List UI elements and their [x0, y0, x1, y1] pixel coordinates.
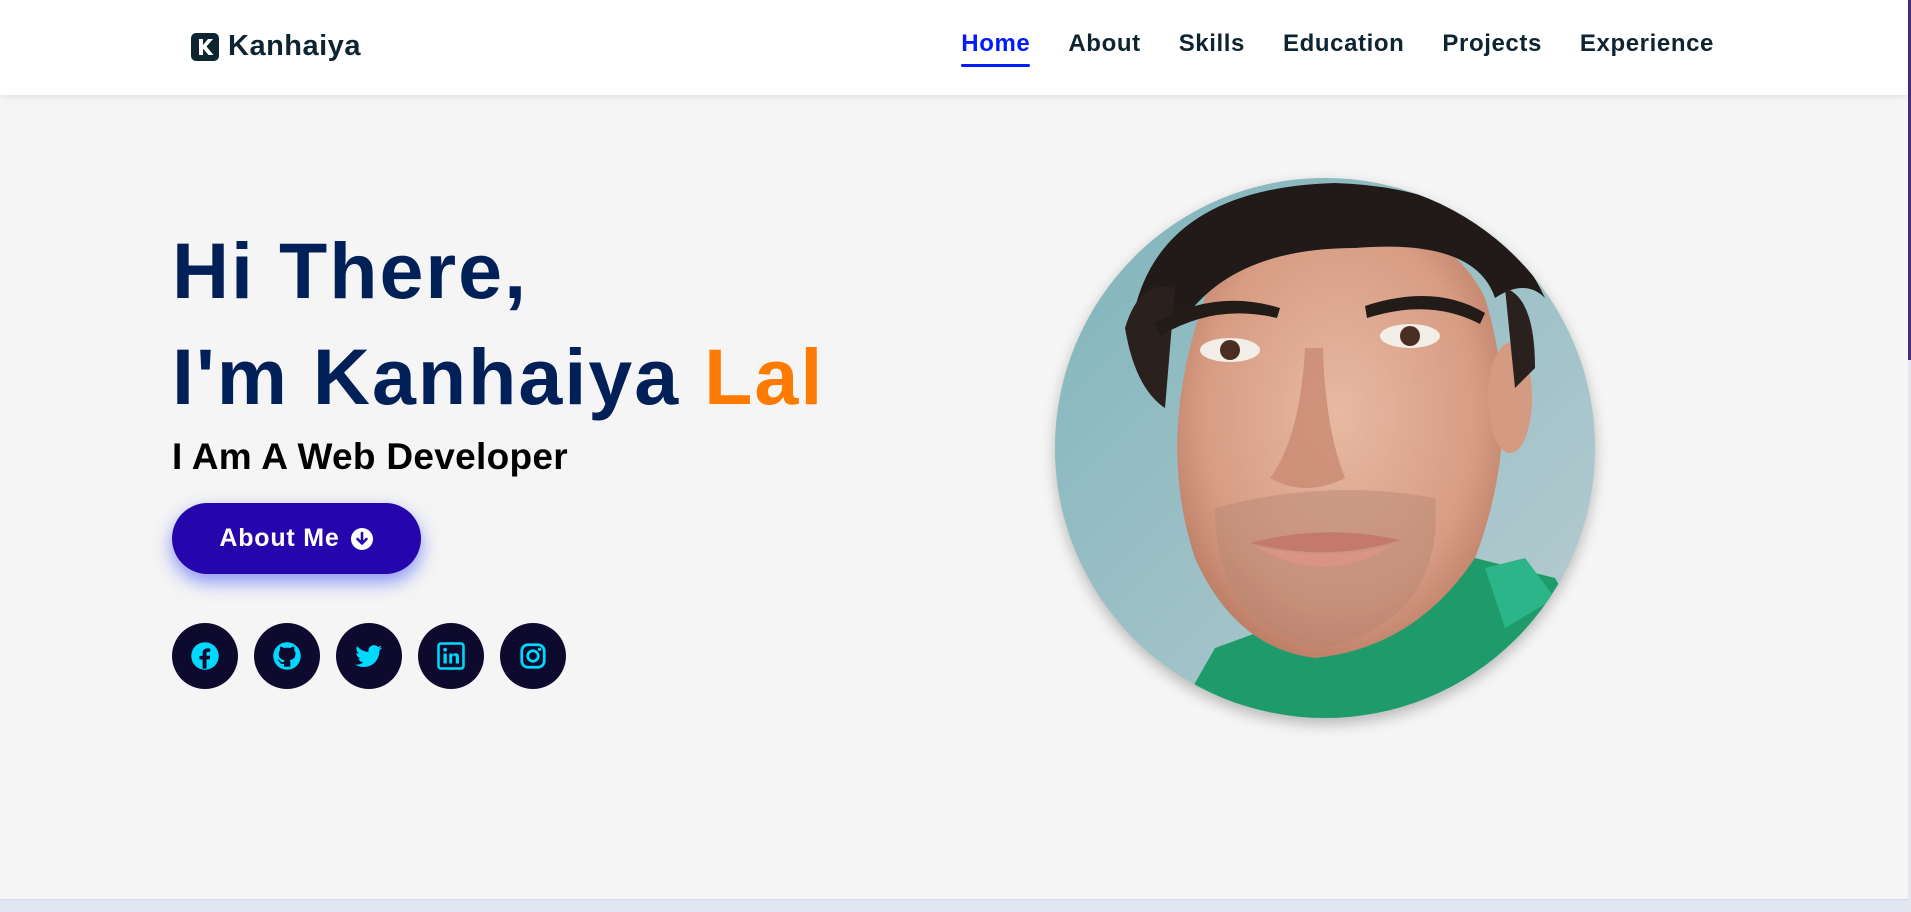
hero-name-accent: Lal — [704, 332, 825, 421]
profile-photo-illustration — [1055, 178, 1595, 718]
instagram-icon — [520, 643, 546, 669]
hero-name-prefix: I'm Kanhaiya — [172, 332, 681, 421]
hero-greeting: Hi There, — [172, 226, 529, 315]
nav-home[interactable]: Home — [961, 30, 1031, 67]
social-links — [172, 623, 566, 689]
arrow-down-circle-icon — [350, 527, 374, 551]
next-section-edge — [0, 899, 1908, 912]
github-link[interactable] — [254, 623, 320, 689]
nav-projects[interactable]: Projects — [1442, 30, 1542, 64]
instagram-link[interactable] — [500, 623, 566, 689]
hero-intro: Hi There, I'm Kanhaiya Lal I Am A Web De… — [172, 218, 824, 478]
about-me-button[interactable]: About Me — [172, 503, 421, 574]
profile-photo — [1055, 178, 1595, 718]
facebook-icon — [191, 642, 219, 670]
nav-skills[interactable]: Skills — [1179, 30, 1245, 64]
main-nav: Home About Skills Education Projects Exp… — [961, 30, 1714, 67]
twitter-icon — [355, 645, 383, 667]
nav-education[interactable]: Education — [1283, 30, 1404, 64]
facebook-link[interactable] — [172, 623, 238, 689]
k-logo-icon — [190, 32, 220, 62]
github-icon — [273, 642, 301, 670]
hero-role: I Am A Web Developer — [172, 436, 568, 477]
nav-experience[interactable]: Experience — [1580, 30, 1714, 64]
brand-name: Kanhaiya — [228, 30, 361, 62]
site-header: Kanhaiya Home About Skills Education Pro… — [0, 0, 1908, 95]
twitter-link[interactable] — [336, 623, 402, 689]
page: Kanhaiya Home About Skills Education Pro… — [0, 0, 1911, 912]
about-me-button-label: About Me — [219, 524, 340, 552]
brand-logo-link[interactable]: Kanhaiya — [190, 30, 361, 63]
hero-name: I'm Kanhaiya Lal — [172, 324, 824, 430]
nav-about[interactable]: About — [1068, 30, 1140, 64]
linkedin-link[interactable] — [418, 623, 484, 689]
linkedin-icon — [437, 642, 465, 670]
